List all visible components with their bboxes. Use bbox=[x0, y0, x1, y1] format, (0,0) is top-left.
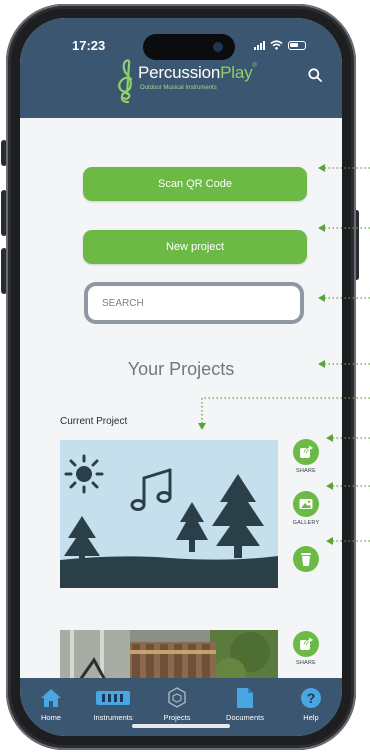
your-projects-heading: Your Projects bbox=[127, 359, 235, 379]
sun-icon bbox=[64, 454, 104, 494]
search-field[interactable] bbox=[84, 282, 304, 324]
current-project-thumbnail[interactable] bbox=[60, 440, 278, 588]
tab-projects[interactable]: Projects bbox=[148, 686, 206, 722]
tab-home-label: Home bbox=[40, 713, 61, 722]
tab-home[interactable]: Home bbox=[22, 686, 80, 722]
logo-wordmark: PercussionPlay® bbox=[138, 63, 257, 83]
tab-documents[interactable]: Documents bbox=[216, 686, 274, 722]
app-logo: PercussionPlay® Outdoor Musical Instrume… bbox=[116, 58, 276, 106]
trash-icon[interactable] bbox=[293, 546, 319, 572]
current-project-label: Current Project bbox=[60, 416, 128, 427]
gallery-label: GALLERY bbox=[292, 520, 320, 526]
logo-trademark: ® bbox=[252, 63, 257, 69]
documents-icon bbox=[216, 686, 274, 710]
share-icon[interactable] bbox=[293, 439, 319, 465]
tab-projects-label: Projects bbox=[163, 713, 191, 722]
signal-icon bbox=[254, 41, 265, 50]
stage: 17:23 PercussionPlay® Outdoor Musical In… bbox=[0, 0, 370, 755]
logo-word-play: Play bbox=[220, 63, 253, 82]
tab-help-label: Help bbox=[303, 713, 319, 722]
share-label: SHARE bbox=[296, 468, 316, 474]
main-content: Scan QR Code New project Your Projects C… bbox=[20, 118, 342, 698]
tree-right bbox=[212, 474, 264, 558]
tab-instruments[interactable]: Instruments bbox=[84, 686, 142, 722]
phone-frame: 17:23 PercussionPlay® Outdoor Musical In… bbox=[6, 4, 356, 750]
gallery-icon[interactable] bbox=[293, 491, 319, 517]
projects-icon bbox=[148, 686, 206, 710]
camera-dot bbox=[213, 42, 223, 52]
wifi-icon bbox=[270, 40, 283, 50]
dynamic-island bbox=[143, 34, 235, 60]
project-illustration bbox=[60, 454, 278, 588]
battery-icon bbox=[288, 41, 306, 50]
new-project-button[interactable]: New project bbox=[83, 230, 307, 264]
share-action-2[interactable]: SHARE bbox=[286, 631, 326, 666]
status-icons bbox=[254, 40, 306, 50]
app-screen: 17:23 PercussionPlay® Outdoor Musical In… bbox=[20, 18, 342, 736]
music-note-icon bbox=[130, 468, 172, 511]
logo-tagline: Outdoor Musical Instruments bbox=[140, 85, 217, 91]
instruments-icon bbox=[84, 686, 142, 710]
status-time: 17:23 bbox=[72, 38, 106, 53]
share-action[interactable]: SHARE bbox=[286, 439, 326, 474]
tab-documents-label: Documents bbox=[226, 713, 264, 722]
help-icon: ? bbox=[282, 686, 340, 710]
tree-middle bbox=[176, 502, 208, 552]
tree-left bbox=[64, 516, 100, 562]
search-input[interactable] bbox=[102, 297, 282, 309]
share-icon[interactable] bbox=[293, 631, 319, 657]
treble-clef-logo-icon bbox=[118, 59, 133, 104]
share-label-2: SHARE bbox=[296, 660, 316, 666]
home-icon bbox=[22, 686, 80, 710]
logo-word-percussion: Percussion bbox=[138, 63, 221, 82]
scan-qr-code-button[interactable]: Scan QR Code bbox=[83, 167, 307, 201]
ground bbox=[60, 556, 278, 588]
tab-help[interactable]: ? Help bbox=[282, 686, 340, 722]
svg-text:?: ? bbox=[307, 690, 316, 706]
tab-instruments-label: Instruments bbox=[93, 713, 133, 722]
home-indicator bbox=[132, 724, 230, 728]
gallery-action[interactable]: GALLERY bbox=[286, 491, 326, 526]
search-icon[interactable] bbox=[308, 68, 322, 82]
delete-action[interactable] bbox=[286, 546, 326, 572]
app-header: 17:23 PercussionPlay® Outdoor Musical In… bbox=[20, 18, 342, 118]
